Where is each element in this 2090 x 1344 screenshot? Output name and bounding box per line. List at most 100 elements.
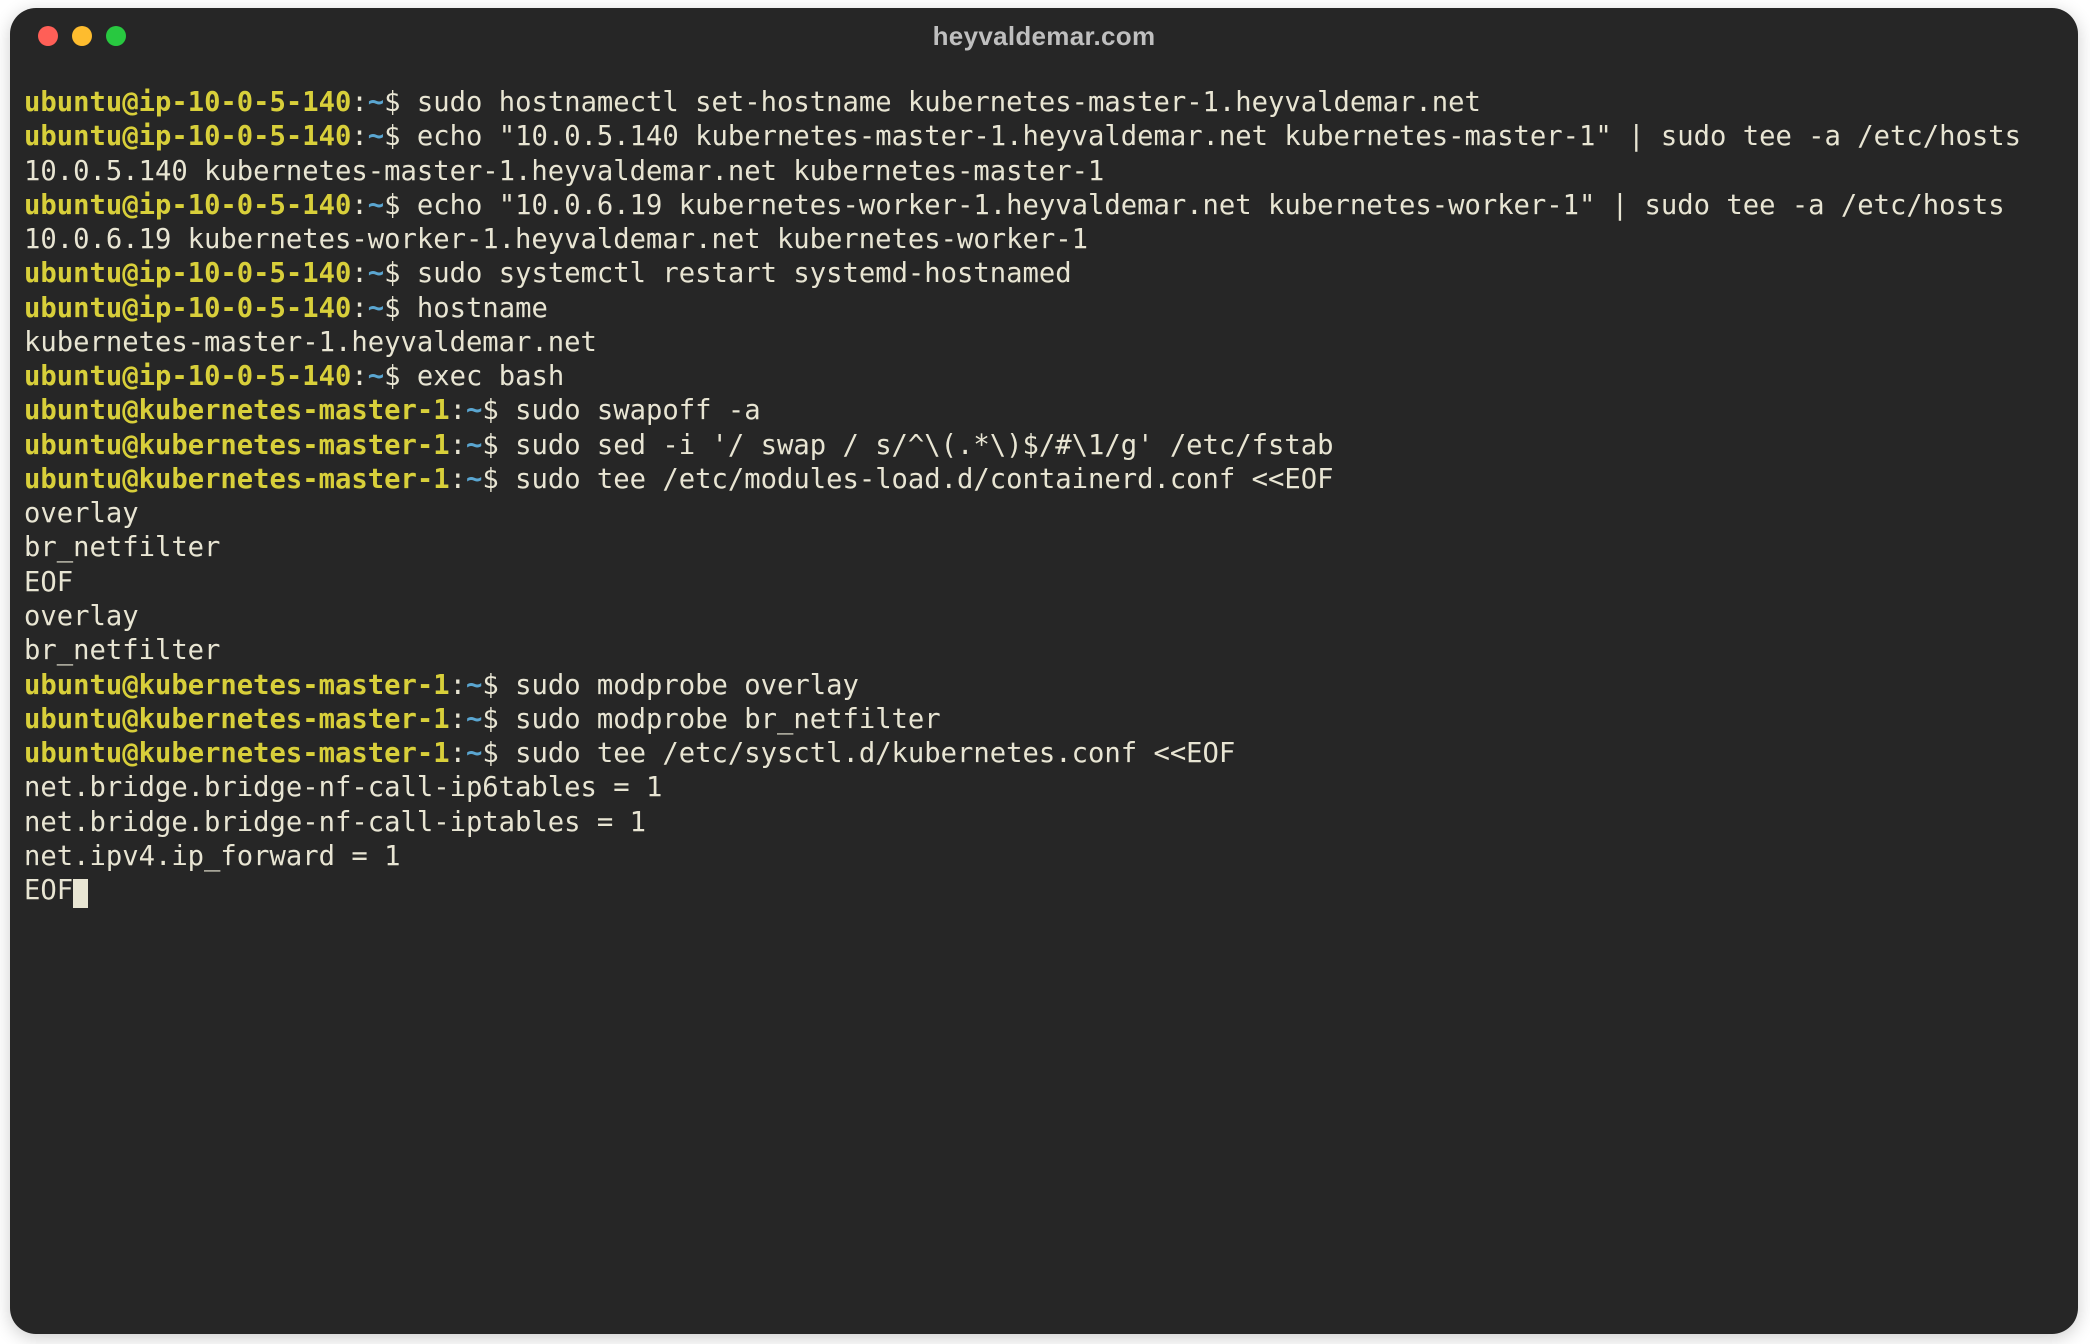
zoom-icon[interactable] (106, 26, 126, 46)
prompt-at: @ (122, 190, 138, 221)
prompt-dollar: $ (482, 704, 498, 735)
prompt-path: ~ (368, 190, 384, 221)
prompt-dollar: $ (384, 258, 400, 289)
terminal-output-line: EOF (24, 566, 2064, 600)
prompt-host: kubernetes-master-1 (139, 464, 450, 495)
prompt-path: ~ (466, 395, 482, 426)
shell-prompt: ubuntu@ip-10-0-5-140:~$ (24, 87, 401, 118)
prompt-path: ~ (368, 361, 384, 392)
window-title: heyvaldemar.com (10, 21, 2078, 52)
prompt-dollar: $ (482, 430, 498, 461)
close-icon[interactable] (38, 26, 58, 46)
terminal-command-line: ubuntu@ip-10-0-5-140:~$ hostname (24, 292, 2064, 326)
prompt-host: ip-10-0-5-140 (139, 121, 352, 152)
prompt-host: ip-10-0-5-140 (139, 190, 352, 221)
prompt-at: @ (122, 121, 138, 152)
terminal-command-line: ubuntu@ip-10-0-5-140:~$ sudo hostnamectl… (24, 86, 2064, 120)
prompt-user: ubuntu (24, 464, 122, 495)
prompt-colon: : (450, 704, 466, 735)
output-text: 10.0.5.140 kubernetes-master-1.heyvaldem… (24, 156, 1104, 187)
terminal-command-line: ubuntu@ip-10-0-5-140:~$ echo "10.0.5.140… (24, 120, 2064, 154)
terminal-command-line: ubuntu@kubernetes-master-1:~$ sudo swapo… (24, 394, 2064, 428)
prompt-user: ubuntu (24, 87, 122, 118)
shell-prompt: ubuntu@kubernetes-master-1:~$ (24, 704, 499, 735)
prompt-at: @ (122, 361, 138, 392)
prompt-dollar: $ (384, 87, 400, 118)
terminal-output-line: EOF (24, 874, 2064, 908)
output-text: 10.0.6.19 kubernetes-worker-1.heyvaldema… (24, 224, 1088, 255)
prompt-at: @ (122, 258, 138, 289)
prompt-colon: : (351, 121, 367, 152)
command-text: echo "10.0.6.19 kubernetes-worker-1.heyv… (401, 190, 2005, 221)
prompt-user: ubuntu (24, 121, 122, 152)
command-text: echo "10.0.5.140 kubernetes-master-1.hey… (401, 121, 2021, 152)
output-text: EOF (24, 567, 73, 598)
prompt-user: ubuntu (24, 704, 122, 735)
terminal-output-line: 10.0.5.140 kubernetes-master-1.heyvaldem… (24, 155, 2064, 189)
output-text: net.bridge.bridge-nf-call-ip6tables = 1 (24, 772, 662, 803)
prompt-at: @ (122, 395, 138, 426)
titlebar: heyvaldemar.com (10, 8, 2078, 64)
command-text: exec bash (401, 361, 565, 392)
prompt-colon: : (351, 87, 367, 118)
prompt-dollar: $ (384, 361, 400, 392)
prompt-host: ip-10-0-5-140 (139, 87, 352, 118)
prompt-host: kubernetes-master-1 (139, 395, 450, 426)
prompt-colon: : (450, 395, 466, 426)
prompt-colon: : (450, 430, 466, 461)
prompt-colon: : (450, 464, 466, 495)
prompt-at: @ (122, 670, 138, 701)
prompt-colon: : (351, 258, 367, 289)
prompt-at: @ (122, 293, 138, 324)
output-text: overlay (24, 601, 139, 632)
terminal-output-line: net.bridge.bridge-nf-call-ip6tables = 1 (24, 771, 2064, 805)
shell-prompt: ubuntu@ip-10-0-5-140:~$ (24, 190, 401, 221)
prompt-at: @ (122, 704, 138, 735)
terminal-output-line: 10.0.6.19 kubernetes-worker-1.heyvaldema… (24, 223, 2064, 257)
prompt-user: ubuntu (24, 430, 122, 461)
shell-prompt: ubuntu@ip-10-0-5-140:~$ (24, 258, 401, 289)
prompt-path: ~ (368, 87, 384, 118)
command-text: hostname (401, 293, 548, 324)
command-text: sudo swapoff -a (499, 395, 761, 426)
prompt-host: ip-10-0-5-140 (139, 293, 352, 324)
shell-prompt: ubuntu@kubernetes-master-1:~$ (24, 670, 499, 701)
terminal-output-line: br_netfilter (24, 634, 2064, 668)
prompt-path: ~ (466, 670, 482, 701)
prompt-at: @ (122, 464, 138, 495)
command-text: sudo hostnamectl set-hostname kubernetes… (401, 87, 1481, 118)
prompt-host: ip-10-0-5-140 (139, 258, 352, 289)
prompt-at: @ (122, 738, 138, 769)
terminal-body[interactable]: ubuntu@ip-10-0-5-140:~$ sudo hostnamectl… (10, 64, 2078, 922)
shell-prompt: ubuntu@kubernetes-master-1:~$ (24, 464, 499, 495)
prompt-user: ubuntu (24, 361, 122, 392)
prompt-user: ubuntu (24, 293, 122, 324)
prompt-colon: : (351, 361, 367, 392)
prompt-dollar: $ (482, 738, 498, 769)
command-text: sudo modprobe overlay (499, 670, 859, 701)
output-text: overlay (24, 498, 139, 529)
traffic-lights (38, 26, 126, 46)
terminal-output-line: br_netfilter (24, 531, 2064, 565)
prompt-at: @ (122, 87, 138, 118)
prompt-user: ubuntu (24, 738, 122, 769)
terminal-command-line: ubuntu@kubernetes-master-1:~$ sudo modpr… (24, 703, 2064, 737)
prompt-path: ~ (466, 430, 482, 461)
terminal-command-line: ubuntu@kubernetes-master-1:~$ sudo modpr… (24, 669, 2064, 703)
terminal-command-line: ubuntu@kubernetes-master-1:~$ sudo tee /… (24, 463, 2064, 497)
minimize-icon[interactable] (72, 26, 92, 46)
command-text: sudo systemctl restart systemd-hostnamed (401, 258, 1072, 289)
prompt-host: kubernetes-master-1 (139, 704, 450, 735)
shell-prompt: ubuntu@ip-10-0-5-140:~$ (24, 293, 401, 324)
output-text: br_netfilter (24, 532, 220, 563)
prompt-dollar: $ (384, 121, 400, 152)
output-text: br_netfilter (24, 635, 220, 666)
cursor-icon (73, 879, 88, 908)
prompt-colon: : (450, 670, 466, 701)
shell-prompt: ubuntu@kubernetes-master-1:~$ (24, 738, 499, 769)
prompt-path: ~ (368, 121, 384, 152)
command-text: sudo tee /etc/sysctl.d/kubernetes.conf <… (499, 738, 1236, 769)
prompt-dollar: $ (482, 670, 498, 701)
prompt-colon: : (351, 190, 367, 221)
output-text: net.bridge.bridge-nf-call-iptables = 1 (24, 807, 646, 838)
